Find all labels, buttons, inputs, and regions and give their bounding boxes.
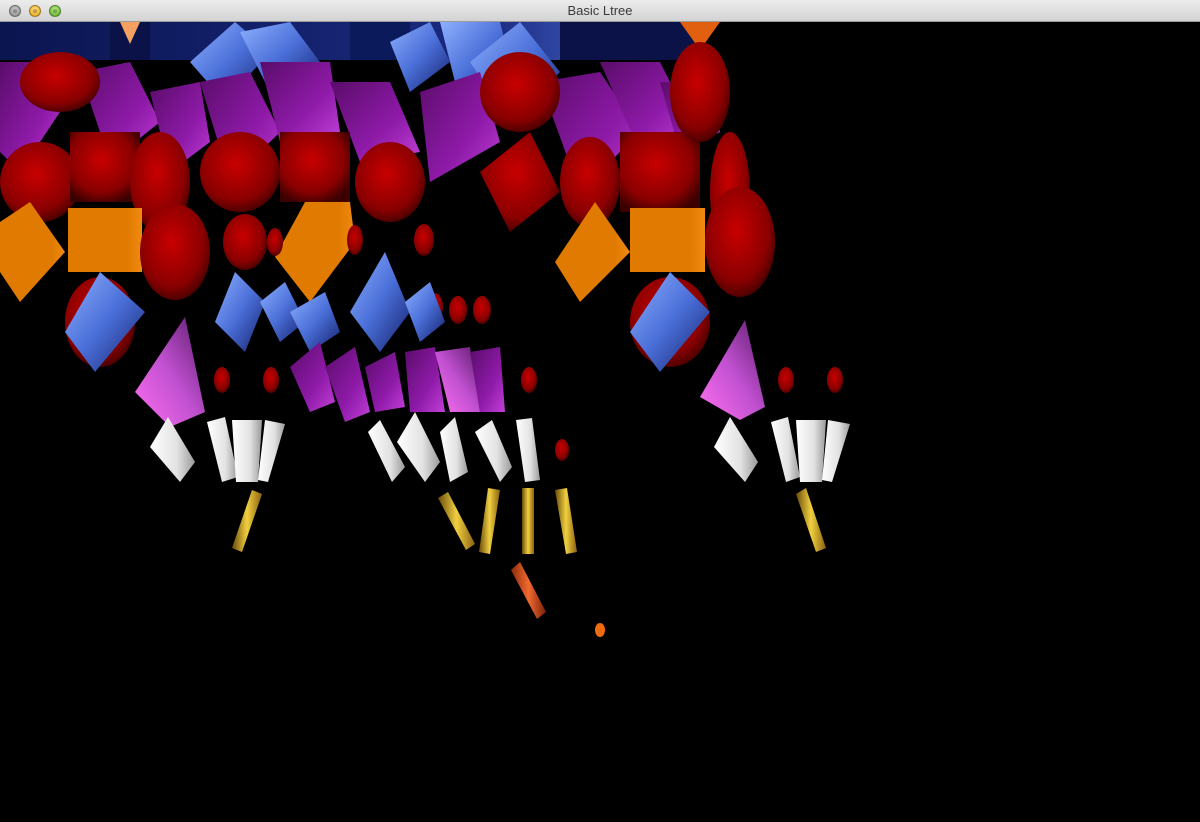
top-band — [0, 22, 720, 60]
white-shapes — [150, 412, 850, 482]
render-viewport[interactable] — [0, 22, 1200, 822]
app-window: Basic Ltree — [0, 0, 1200, 822]
title-bar[interactable]: Basic Ltree — [0, 0, 1200, 22]
scene-svg — [0, 22, 850, 637]
seed-dot — [595, 623, 605, 637]
gold-rods — [232, 488, 826, 619]
window-title: Basic Ltree — [567, 3, 633, 18]
